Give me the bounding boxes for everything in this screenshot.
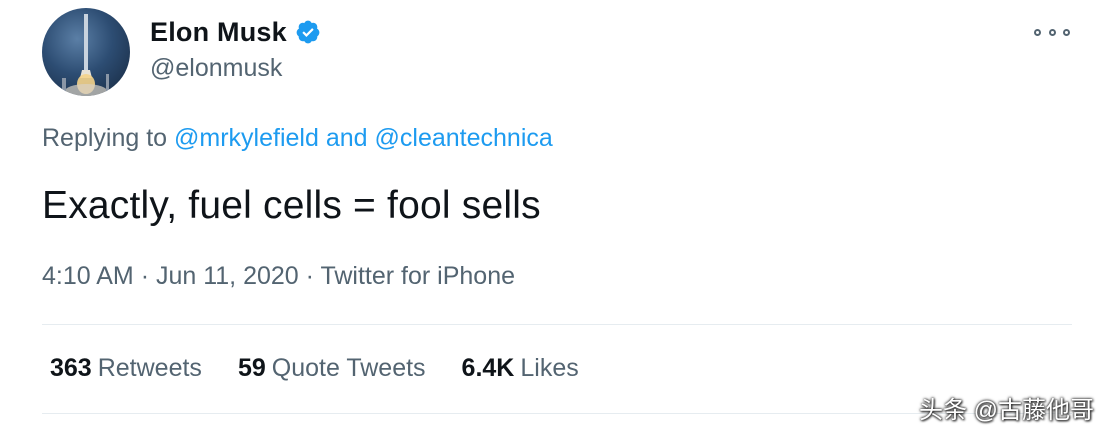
likes-label: Likes bbox=[520, 354, 579, 382]
more-dot bbox=[1034, 28, 1041, 36]
reply-prefix: Replying to bbox=[42, 124, 168, 152]
more-options-icon[interactable] bbox=[1034, 22, 1070, 42]
reply-conjunction: and bbox=[325, 124, 368, 152]
tweet-text: Exactly, fuel cells = fool sells bbox=[42, 184, 541, 227]
quote-tweets-label: Quote Tweets bbox=[271, 354, 426, 382]
reply-context: Replying to @mrkylefield and @cleantechn… bbox=[42, 124, 553, 153]
mention-link-cleantechnica[interactable]: @cleantechnica bbox=[375, 124, 553, 152]
retweets-stat[interactable]: 363 Retweets bbox=[50, 354, 202, 383]
watermark: 头条 @古藤他哥 bbox=[918, 397, 1094, 424]
tweet-source[interactable]: Twitter for iPhone bbox=[320, 262, 515, 290]
verified-badge-icon bbox=[296, 20, 320, 44]
tweet-stats: 363 Retweets 59 Quote Tweets 6.4K Likes bbox=[50, 354, 615, 383]
mention-link-mrkylefield[interactable]: @mrkylefield bbox=[174, 124, 319, 152]
rocket-launch-avatar bbox=[62, 14, 109, 96]
divider bbox=[42, 324, 1072, 325]
tweet-time[interactable]: 4:10 AM bbox=[42, 262, 134, 290]
author-name[interactable]: Elon Musk bbox=[150, 17, 287, 48]
meta-separator: · bbox=[305, 262, 314, 290]
likes-count: 6.4K bbox=[461, 354, 515, 382]
more-dot bbox=[1063, 28, 1070, 36]
divider bbox=[42, 413, 1072, 414]
more-dot bbox=[1048, 28, 1056, 36]
retweets-count: 363 bbox=[50, 354, 92, 382]
tweet-meta: 4:10 AM · Jun 11, 2020 · Twitter for iPh… bbox=[42, 262, 515, 291]
meta-separator: · bbox=[140, 262, 150, 290]
author-handle[interactable]: @elonmusk bbox=[150, 54, 282, 83]
tweet-date[interactable]: Jun 11, 2020 bbox=[156, 262, 299, 290]
quote-tweets-stat[interactable]: 59 Quote Tweets bbox=[238, 354, 426, 383]
author-row: Elon Musk bbox=[150, 14, 321, 50]
retweets-label: Retweets bbox=[97, 354, 202, 382]
likes-stat[interactable]: 6.4K Likes bbox=[462, 354, 579, 383]
avatar[interactable] bbox=[42, 8, 130, 96]
quote-tweets-count: 59 bbox=[237, 354, 266, 382]
